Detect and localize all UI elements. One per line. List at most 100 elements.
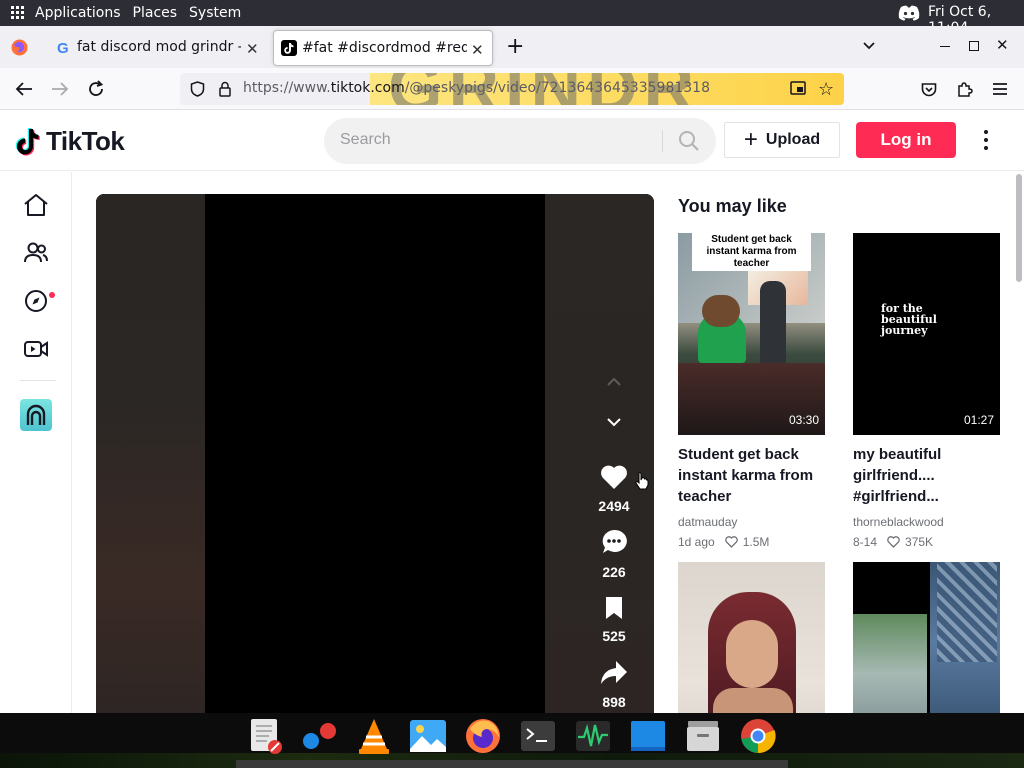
video-frame[interactable] [205,194,545,713]
places-menu[interactable]: Places [133,5,178,21]
video-card[interactable]: Student get back instant karma from teac… [678,233,825,549]
video-title[interactable]: Student get back instant karma from teac… [678,444,825,507]
maximize-window-icon[interactable] [969,41,979,51]
close-window-icon[interactable]: ✕ [996,36,1009,54]
heart-outline-icon [724,536,738,548]
picture-in-picture-icon[interactable] [790,81,806,100]
bookmark-icon[interactable] [603,596,625,620]
video-player[interactable]: 2494 226 525 898 [96,194,654,713]
plus-icon: + [743,126,758,153]
firefox-menu-icon[interactable] [11,39,28,60]
text-editor-icon[interactable] [245,716,285,756]
video-card[interactable]: for the beautiful journey 01:27 my beaut… [853,233,1000,549]
bookmark-star-icon[interactable]: ☆ [818,79,834,100]
tab-close-icon[interactable]: ✕ [246,40,259,58]
tiktok-favicon-icon [281,40,297,56]
upload-label: Upload [765,131,821,148]
extensions-puzzle-icon[interactable] [953,78,975,100]
explore-compass-icon[interactable] [21,286,51,316]
system-menu[interactable]: System [189,5,241,21]
thumbnail-panel-left [853,614,927,713]
video-duration: 01:27 [963,413,994,427]
sidebar [0,172,72,713]
video-thumbnail[interactable]: Student get back instant karma from teac… [678,233,825,435]
tracking-shield-icon[interactable] [190,81,205,101]
like-action[interactable]: 2494 [586,464,642,514]
video-date: 1d ago [678,535,715,549]
thumbnail-person-hair [702,295,740,327]
share-arrow-icon[interactable] [600,660,628,686]
video-card[interactable] [678,562,825,713]
thumbnail-neck [713,688,793,713]
tiktok-header: TikTok Search + Upload Log in [0,110,1024,171]
login-button[interactable]: Log in [856,122,956,158]
share-action[interactable]: 898 [586,660,642,710]
search-bar[interactable]: Search [324,118,716,164]
comment-icon[interactable] [600,528,628,556]
new-tab-plus-icon[interactable]: + [506,34,524,59]
search-input[interactable]: Search [340,131,391,149]
discord-icon[interactable] [898,5,920,25]
address-bar[interactable]: GRINDR https://www.tiktok.com/@peskypigs… [180,73,844,105]
forward-arrow-icon[interactable] [49,78,71,100]
search-divider [662,130,663,152]
gnome-top-bar: Applications Places System Fri Oct 6, 11… [0,0,1024,36]
url-path: /@peskypigs/video/7213643645335981318 [404,80,710,96]
back-arrow-icon[interactable] [13,78,35,100]
video-card[interactable] [853,562,1000,713]
tiktok-logo[interactable]: TikTok [16,126,125,157]
image-viewer-icon[interactable] [408,716,448,756]
firefox-icon[interactable] [463,716,503,756]
minimize-window-icon[interactable] [940,46,950,47]
share-count: 898 [602,694,626,710]
comment-action[interactable]: 226 [586,528,642,580]
following-icon[interactable] [21,238,51,268]
video-likes: 375K [905,535,934,549]
chrome-icon[interactable] [738,716,778,756]
video-meta: 8-14 375K [853,535,1000,549]
next-video-button[interactable] [596,404,632,440]
upload-button[interactable]: + Upload [724,122,840,158]
video-title[interactable]: my beautiful girlfriend.... #girlfriend.… [853,444,1000,507]
pocket-icon[interactable] [918,78,940,100]
more-options-icon[interactable] [976,128,996,152]
profile-avatar[interactable] [20,399,52,431]
tiktok-note-icon [16,127,40,155]
list-all-tabs-chevron-icon[interactable] [862,38,876,57]
home-icon[interactable] [21,190,51,220]
mouse-cursor [635,472,649,490]
url-domain: tiktok.com [330,80,405,96]
url-text[interactable]: https://www.tiktok.com/@peskypigs/video/… [243,80,710,96]
lock-icon[interactable] [218,81,232,101]
system-monitor-icon[interactable] [573,716,613,756]
ball-app-icon[interactable] [299,716,339,756]
blue-window-icon[interactable] [628,716,668,756]
applications-menu[interactable]: Applications [35,5,121,21]
tab-tiktok[interactable]: #fat #discordmod #reddit # ✕ [273,30,493,66]
video-thumbnail[interactable]: for the beautiful journey 01:27 [853,233,1000,435]
video-thumbnail[interactable] [853,562,1000,713]
tiktok-page: TikTok Search + Upload Log in 2494 226 5… [0,110,1024,713]
tab-close-icon[interactable]: ✕ [471,41,484,59]
reload-icon[interactable] [85,78,107,100]
page-scrollbar[interactable] [1016,174,1022,282]
hamburger-menu-icon[interactable] [989,78,1011,100]
tab-google-search[interactable]: G fat discord mod grindr - Goo ✕ [44,30,266,66]
save-count: 525 [602,628,626,644]
google-icon: G [57,40,69,57]
vlc-player-icon[interactable] [354,716,394,756]
search-icon[interactable] [678,130,700,156]
file-manager-icon[interactable] [683,716,723,756]
thumbnail-teacher [760,281,786,371]
previous-video-button[interactable] [596,364,632,400]
apps-grid-icon[interactable] [11,6,25,20]
video-author[interactable]: thorneblackwood [853,515,1000,529]
heart-icon[interactable] [600,464,628,490]
video-author[interactable]: datmauday [678,515,825,529]
navigation-bar: GRINDR https://www.tiktok.com/@peskypigs… [0,68,1024,110]
terminal-icon[interactable] [518,716,558,756]
save-action[interactable]: 525 [586,596,642,644]
video-thumbnail[interactable] [678,562,825,713]
you-may-like-title: You may like [678,196,787,216]
live-icon[interactable] [21,334,51,364]
